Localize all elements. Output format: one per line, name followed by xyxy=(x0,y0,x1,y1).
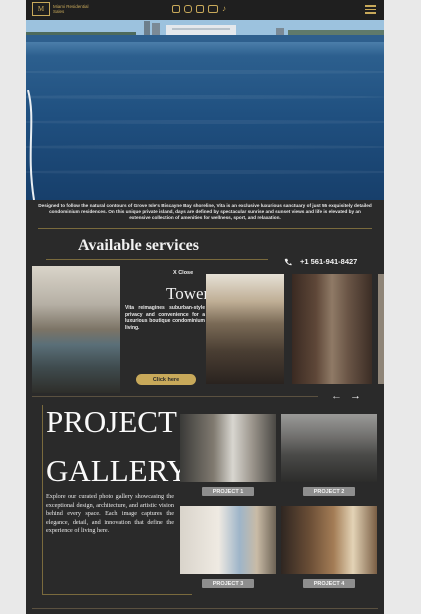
project-2-image[interactable] xyxy=(281,414,377,482)
services-heading-underline xyxy=(46,259,268,260)
prev-arrow-icon[interactable]: ← xyxy=(331,390,342,402)
logo-text: Miami Residential Sales xyxy=(53,4,89,14)
service-image-bathroom[interactable] xyxy=(292,274,372,384)
skyline-illustration xyxy=(26,20,384,42)
facebook-icon[interactable] xyxy=(172,5,180,13)
service-image-kitchen[interactable] xyxy=(206,274,284,384)
project-2-button[interactable]: PROJECT 2 xyxy=(303,487,355,496)
project-4-button[interactable]: PROJECT 4 xyxy=(303,579,355,588)
project-3-button[interactable]: PROJECT 3 xyxy=(202,579,254,588)
phone-icon xyxy=(284,258,292,265)
page: M Miami Residential Sales ♪ Designed to … xyxy=(26,0,384,614)
hero-image xyxy=(26,20,384,200)
project-3-image[interactable] xyxy=(180,506,276,574)
hamburger-menu-icon[interactable] xyxy=(365,5,376,14)
phone-contact[interactable]: +1 561-941-8427 xyxy=(284,257,357,266)
gallery-title-line1: PROJECT xyxy=(46,404,177,439)
click-here-button[interactable]: Click here xyxy=(136,374,196,385)
divider xyxy=(38,228,372,229)
service-image-pool[interactable] xyxy=(32,266,120,393)
project-1-button[interactable]: PROJECT 1 xyxy=(202,487,254,496)
footer-divider xyxy=(32,608,378,609)
project-4-image[interactable] xyxy=(281,506,377,574)
phone-number: +1 561-941-8427 xyxy=(300,257,358,266)
gallery-description: Explore our curated photo gallery showca… xyxy=(46,493,174,534)
services-heading: Available services xyxy=(78,237,200,254)
wake-foam xyxy=(27,90,35,200)
youtube-icon[interactable] xyxy=(208,5,218,13)
intro-text: Designed to follow the natural contours … xyxy=(38,203,372,221)
close-button[interactable]: X Close xyxy=(173,270,193,276)
gallery-frame-left xyxy=(42,405,43,595)
logo[interactable]: M Miami Residential Sales xyxy=(32,2,89,16)
carousel-track xyxy=(32,396,318,397)
next-arrow-icon[interactable]: → xyxy=(350,390,361,402)
gallery-title-line2: GALLERY xyxy=(46,453,189,488)
linkedin-icon[interactable] xyxy=(196,5,204,13)
logo-mark: M xyxy=(32,2,50,16)
service-image-next-peek[interactable] xyxy=(378,274,384,384)
gallery-frame-bottom xyxy=(42,594,192,595)
tiktok-icon[interactable]: ♪ xyxy=(222,5,230,13)
project-1-image[interactable] xyxy=(180,414,276,482)
instagram-icon[interactable] xyxy=(184,5,192,13)
service-card-title: Tower xyxy=(166,284,210,303)
social-links: ♪ xyxy=(172,5,230,13)
site-header: M Miami Residential Sales ♪ xyxy=(26,0,384,20)
service-card-description: Vita reimagines suburban-style privacy a… xyxy=(125,305,205,331)
